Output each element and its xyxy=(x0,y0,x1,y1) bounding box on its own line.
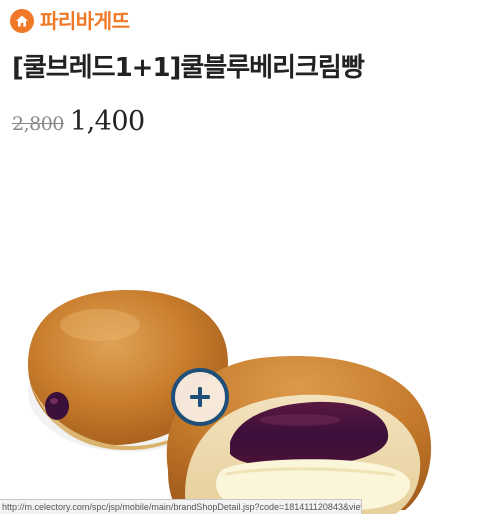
original-price: 2,800 xyxy=(12,113,64,135)
price-row: 2,800 1,400 xyxy=(12,106,145,137)
product-image xyxy=(0,270,500,514)
product-title: [쿨브레드1+1]쿨블루베리크림빵 xyxy=(12,53,365,83)
home-icon xyxy=(10,9,34,33)
plus-icon xyxy=(190,387,210,407)
brand-header[interactable]: 파리바게뜨 xyxy=(10,8,130,34)
zoom-image-button[interactable] xyxy=(171,368,229,426)
brand-name: 파리바게뜨 xyxy=(40,9,130,33)
link-status-bar: http://m.celectory.com/spc/jsp/mobile/ma… xyxy=(0,499,362,514)
sale-price: 1,400 xyxy=(69,106,145,137)
